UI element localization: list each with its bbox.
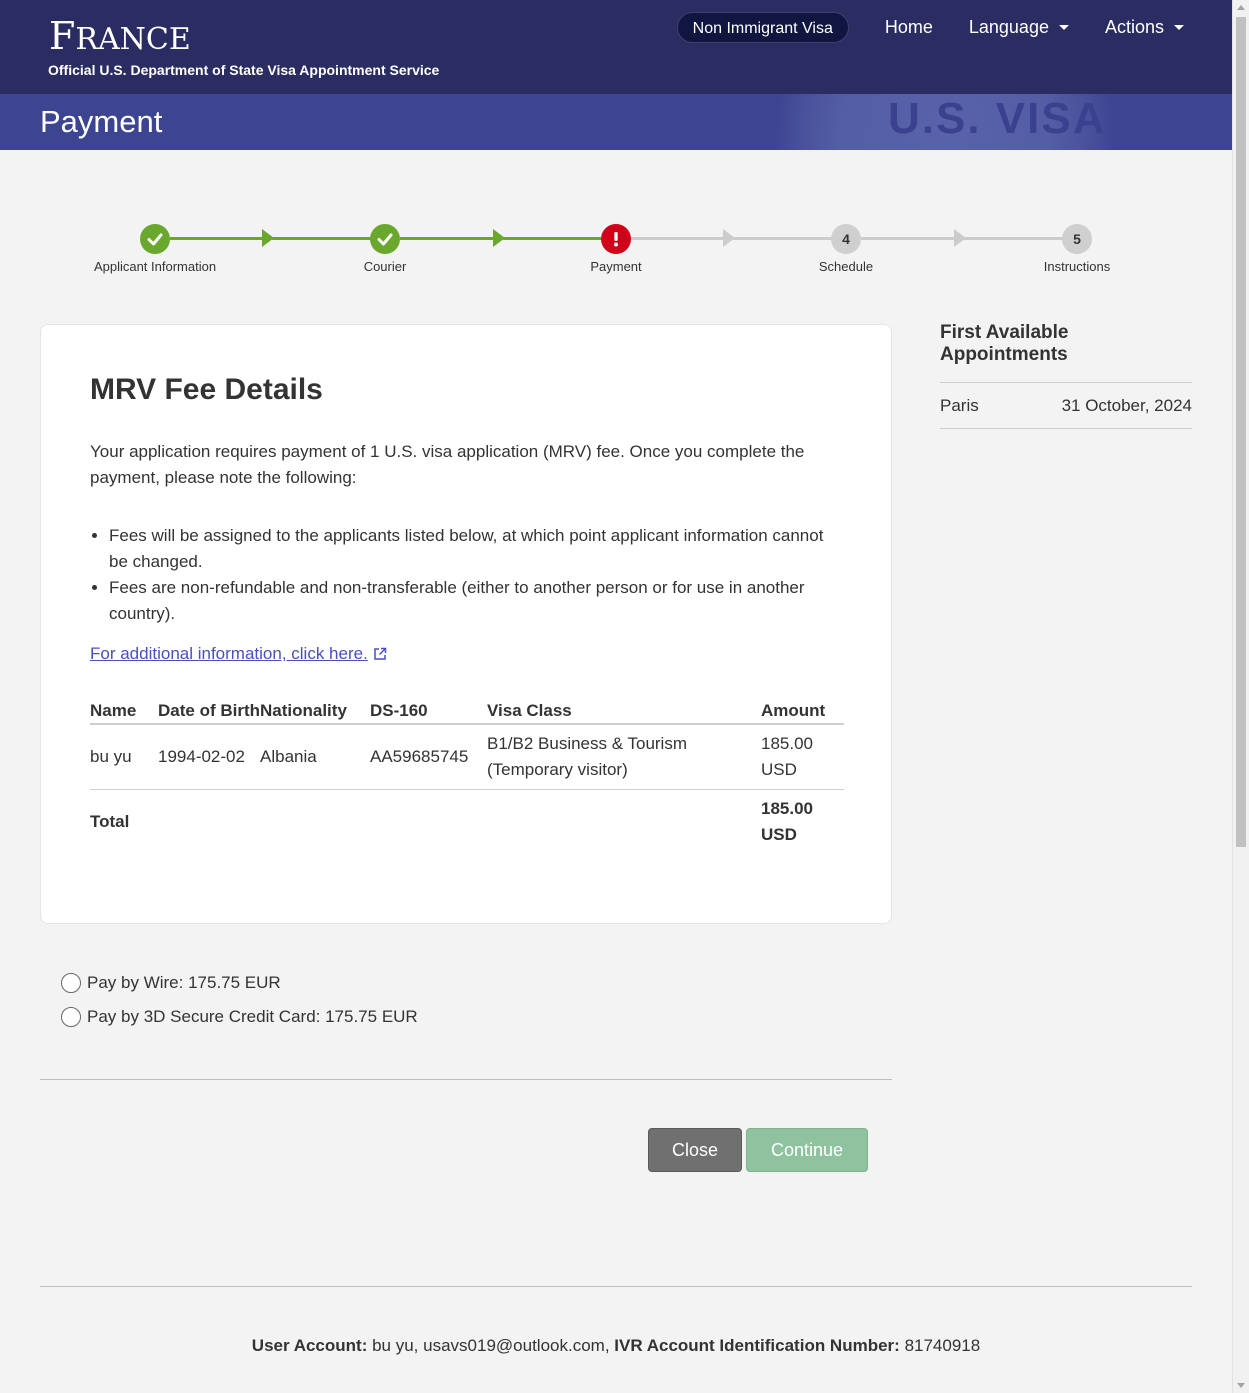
cell-name: bu yu <box>90 724 158 790</box>
scroll-up-icon[interactable] <box>1237 5 1245 10</box>
caret-down-icon <box>1058 25 1069 30</box>
total-label: Total <box>90 812 130 831</box>
caret-down-icon <box>1174 25 1184 30</box>
step-connector <box>861 237 961 240</box>
appointment-row: Paris 31 October, 2024 <box>940 383 1192 429</box>
col-name: Name <box>90 702 158 725</box>
first-available-appointments: First Available Appointments Paris 31 Oc… <box>940 322 1192 429</box>
fee-notes-list: Fees will be assigned to the applicants … <box>109 523 839 627</box>
step-connector <box>400 237 500 240</box>
pay-by-wire-label: Pay by Wire: 175.75 EUR <box>87 973 281 992</box>
total-amount: 185.00 USD <box>761 799 813 844</box>
pay-by-wire-option[interactable]: Pay by Wire: 175.75 EUR <box>61 973 281 993</box>
account-label: User Account: <box>251 1336 368 1355</box>
additional-info-link[interactable]: For additional information, click here. <box>90 644 387 664</box>
additional-info-link-text: For additional information, click here. <box>90 644 368 663</box>
step-label: Instructions <box>1043 259 1111 274</box>
sidebar-title: First Available Appointments <box>940 322 1192 383</box>
step-label: Schedule <box>818 259 874 274</box>
fee-details-card: MRV Fee Details Your application require… <box>40 324 892 924</box>
pay-by-card-option[interactable]: Pay by 3D Secure Credit Card: 175.75 EUR <box>61 1007 418 1027</box>
visa-type-badge[interactable]: Non Immigrant Visa <box>676 12 849 43</box>
pay-by-wire-radio[interactable] <box>61 973 81 993</box>
site-subtitle: Official U.S. Department of State Visa A… <box>48 62 440 78</box>
pay-by-card-radio[interactable] <box>61 1007 81 1027</box>
cell-ds160: AA59685745 <box>370 724 487 790</box>
step-connector <box>964 237 1064 240</box>
table-header-row: Name Date of Birth Nationality DS-160 Vi… <box>90 702 844 725</box>
list-item: Fees will be assigned to the applicants … <box>109 523 839 575</box>
nav-actions-dropdown[interactable]: Actions <box>1105 17 1184 38</box>
fee-table: Name Date of Birth Nationality DS-160 Vi… <box>90 702 844 855</box>
appointment-date: 31 October, 2024 <box>1061 396 1192 415</box>
col-dob: Date of Birth <box>158 702 260 725</box>
pay-by-card-label: Pay by 3D Secure Credit Card: 175.75 EUR <box>87 1007 418 1026</box>
site-header: FRANCE Official U.S. Department of State… <box>0 0 1232 94</box>
step-payment-exclamation-icon <box>601 224 631 254</box>
nav-language-dropdown[interactable]: Language <box>969 17 1069 38</box>
step-connector <box>272 237 372 240</box>
appointment-location: Paris <box>940 396 979 415</box>
seal-text: U.S. VISA <box>888 94 1107 143</box>
cell-dob: 1994-02-02 <box>158 724 260 790</box>
step-label: Applicant Information <box>93 259 217 274</box>
step-number: 4 <box>831 224 861 254</box>
scroll-thumb[interactable] <box>1236 17 1246 847</box>
continue-button[interactable]: Continue <box>746 1128 868 1172</box>
col-ds160: DS-160 <box>370 702 487 725</box>
page-title: Payment <box>40 104 163 139</box>
step-courier-check-icon <box>370 224 400 254</box>
divider <box>40 1079 892 1080</box>
col-nationality: Nationality <box>260 702 370 725</box>
ivr-value: 81740918 <box>904 1336 981 1355</box>
step-number: 5 <box>1062 224 1092 254</box>
list-item: Fees are non-refundable and non-transfer… <box>109 575 839 627</box>
cell-visa-class: B1/B2 Business & Tourism (Temporary visi… <box>487 724 761 790</box>
account-footer: User Account: bu yu, usavs019@outlook.co… <box>0 1336 1232 1356</box>
scroll-down-icon[interactable] <box>1237 1383 1245 1388</box>
fee-details-title: MRV Fee Details <box>90 373 323 406</box>
ivr-label: IVR Account Identification Number: <box>614 1336 900 1355</box>
nav-home[interactable]: Home <box>885 17 933 38</box>
page-title-bar: U.S. VISA Payment <box>0 94 1232 150</box>
step-connector <box>733 237 833 240</box>
col-amount: Amount <box>761 702 844 725</box>
account-value: bu yu, usavs019@outlook.com, <box>372 1336 610 1355</box>
close-button[interactable]: Close <box>648 1128 742 1172</box>
fee-intro-text: Your application requires payment of 1 U… <box>90 442 805 487</box>
country-title: FRANCE <box>49 14 191 58</box>
external-link-icon <box>374 647 387 660</box>
step-connector <box>503 237 601 240</box>
top-nav: Non Immigrant Visa Home Language Actions <box>676 12 1184 43</box>
step-applicant-info-check-icon <box>140 224 170 254</box>
step-connector <box>631 237 731 240</box>
col-visa-class: Visa Class <box>487 702 761 725</box>
cell-nationality: Albania <box>260 724 370 790</box>
page-scrollbar[interactable] <box>1232 0 1249 1393</box>
table-total-row: Total 185.00 USD <box>90 790 844 855</box>
table-row: bu yu 1994-02-02 Albania AA59685745 B1/B… <box>90 724 844 790</box>
divider <box>40 1286 1192 1287</box>
step-label: Payment <box>590 259 642 274</box>
step-label: Courier <box>363 259 407 274</box>
cell-amount: 185.00 USD <box>761 724 844 790</box>
progress-stepper: Applicant Information Courier Payment 4 … <box>40 222 1192 282</box>
step-connector <box>170 237 270 240</box>
